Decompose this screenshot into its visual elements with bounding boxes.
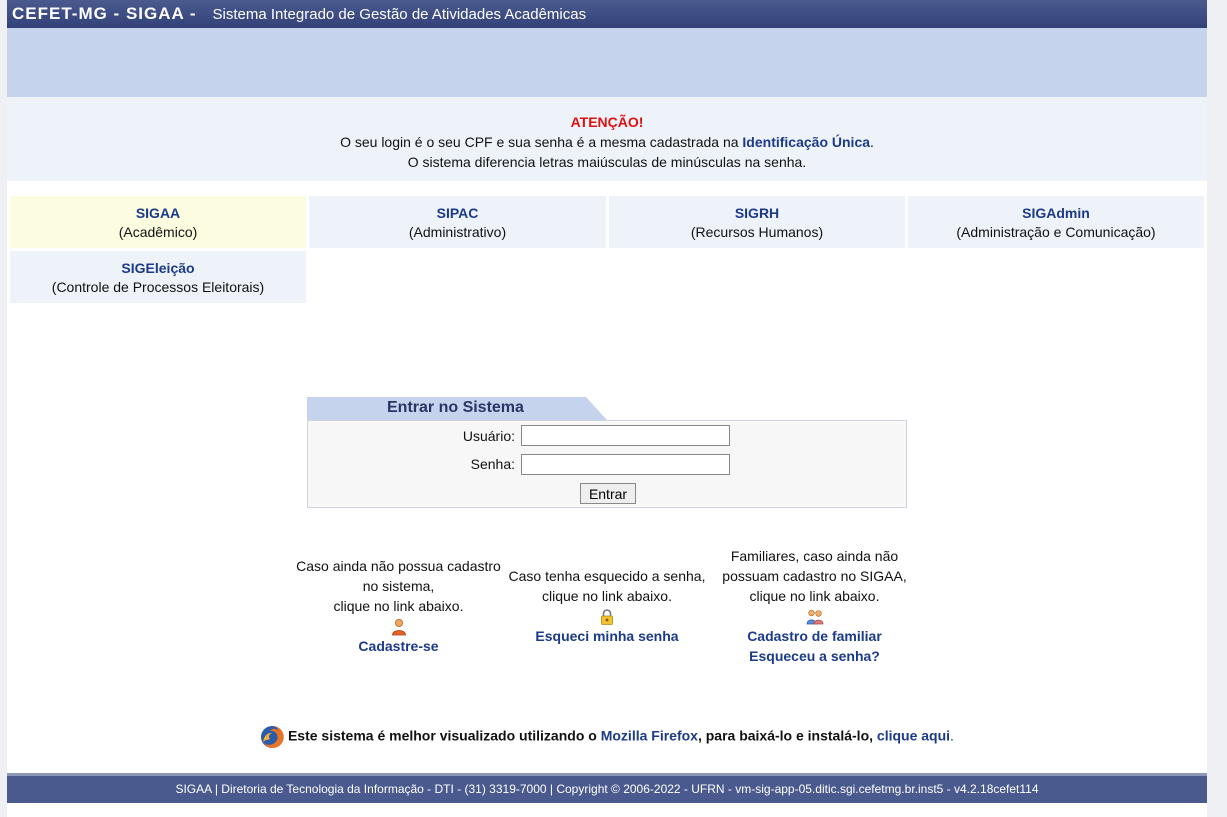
register-help-line: Caso ainda não possua cadastro <box>296 558 501 574</box>
notice-text: O seu login é o seu CPF e sua senha é a … <box>340 134 739 150</box>
system-name[interactable]: SIPAC <box>309 204 606 223</box>
system-name[interactable]: SIGEleição <box>10 259 306 278</box>
system-desc: (Administração e Comunicação) <box>956 224 1156 240</box>
login-submit-button[interactable]: Entrar <box>580 483 636 504</box>
family-help-line: Familiares, caso ainda não <box>730 548 899 564</box>
footer: SIGAA | Diretoria de Tecnologia da Infor… <box>7 773 1207 803</box>
browser-recommendation-text: Este sistema é melhor visualizado utiliz… <box>287 727 597 744</box>
system-tile-sipac[interactable]: SIPAC (Administrativo) <box>309 196 606 248</box>
register-help-line: clique no link abaixo. <box>333 598 464 614</box>
register-help-line: no sistema, <box>362 578 435 594</box>
family-forgot-password-link[interactable]: Esqueceu a senha? <box>713 646 916 666</box>
system-desc: (Recursos Humanos) <box>690 224 824 240</box>
notice-line-2: O sistema diferencia letras maiúsculas d… <box>407 154 807 170</box>
system-desc: (Acadêmico) <box>118 224 198 240</box>
username-input[interactable] <box>521 425 730 446</box>
family-help-line: clique no link abaixo. <box>749 588 880 604</box>
notice-period: . <box>870 134 874 150</box>
forgot-password-help: Caso tenha esquecido a senha, clique no … <box>507 566 707 646</box>
system-tile-sigrh[interactable]: SIGRH (Recursos Humanos) <box>609 196 905 248</box>
family-help-line: possuam cadastro no SIGAA, <box>722 568 907 584</box>
forgot-help-line: clique no link abaixo. <box>542 588 672 604</box>
user-add-icon <box>391 619 406 636</box>
login-title: Entrar no Sistema <box>387 399 524 416</box>
system-name[interactable]: SIGRH <box>609 204 905 223</box>
family-help: Familiares, caso ainda não possuam cadas… <box>713 546 916 666</box>
system-name[interactable]: SIGAA <box>10 204 306 223</box>
brand-title: CEFET-MG - SIGAA - <box>12 4 197 23</box>
system-subtitle: Sistema Integrado de Gestão de Atividade… <box>212 5 587 23</box>
footer-text: SIGAA | Diretoria de Tecnologia da Infor… <box>175 782 1039 796</box>
lock-icon <box>601 609 613 626</box>
system-desc: (Controle de Processos Eleitorais) <box>51 279 265 295</box>
firefox-link[interactable]: Mozilla Firefox <box>601 728 698 744</box>
system-tile-sigeleicao[interactable]: SIGEleição (Controle de Processos Eleito… <box>10 251 306 303</box>
system-tile-sigaa[interactable]: SIGAA (Acadêmico) <box>10 196 306 248</box>
notice-line-1: O seu login é o seu CPF e sua senha é a … <box>7 132 1207 152</box>
register-link[interactable]: Cadastre-se <box>292 636 505 656</box>
period: . <box>950 727 954 744</box>
identificacao-unica-link[interactable]: Identificação Única <box>742 134 870 150</box>
system-desc: (Administrativo) <box>408 224 507 240</box>
browser-recommendation: Este sistema é melhor visualizado utiliz… <box>7 725 1207 749</box>
system-name[interactable]: SIGAdmin <box>908 204 1204 223</box>
forgot-help-line: Caso tenha esquecido a senha, <box>508 568 706 584</box>
firefox-icon <box>261 725 284 748</box>
family-icon <box>806 610 823 625</box>
firefox-download-link[interactable]: clique aqui <box>877 728 950 744</box>
family-register-link[interactable]: Cadastro de familiar <box>713 626 916 646</box>
header-bar: CEFET-MG - SIGAA - Sistema Integrado de … <box>7 0 1207 28</box>
register-help: Caso ainda não possua cadastro no sistem… <box>292 556 505 656</box>
forgot-password-link[interactable]: Esqueci minha senha <box>507 626 707 646</box>
password-label: Senha: <box>470 456 515 472</box>
username-label: Usuário: <box>462 428 515 444</box>
system-tile-sigadmin[interactable]: SIGAdmin (Administração e Comunicação) <box>908 196 1204 248</box>
login-form: Entrar no Sistema Usuário: Senha: Entrar <box>307 397 907 508</box>
browser-recommendation-text-2: , para baixá-lo e instalá-lo, <box>697 727 874 744</box>
notice-title: ATENÇÃO! <box>570 114 644 130</box>
login-notice: ATENÇÃO! O seu login é o seu CPF e sua s… <box>7 97 1207 181</box>
password-input[interactable] <box>521 454 730 475</box>
header-band <box>7 28 1207 97</box>
page: CEFET-MG - SIGAA - Sistema Integrado de … <box>7 0 1207 817</box>
login-box: Usuário: Senha: Entrar <box>307 420 907 508</box>
